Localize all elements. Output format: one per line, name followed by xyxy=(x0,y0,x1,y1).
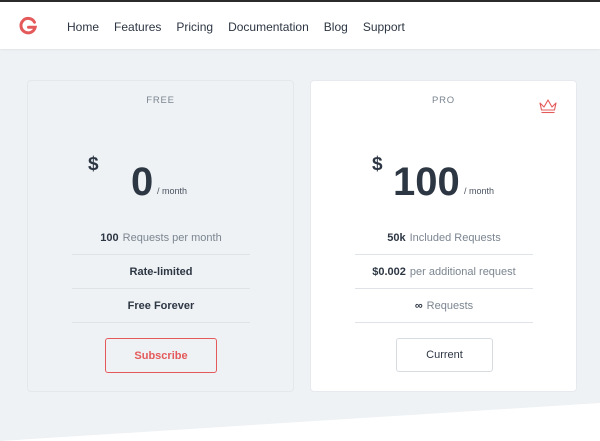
feature-item: $0.002 per additional request xyxy=(355,255,533,289)
feature-item: Free Forever xyxy=(72,289,250,323)
subscribe-button[interactable]: Subscribe xyxy=(105,338,217,373)
price-period: / month xyxy=(157,186,188,196)
nav-home-link[interactable]: Home xyxy=(67,20,99,34)
feature-item: ∞ Requests xyxy=(355,289,533,323)
feature-item: 50k Included Requests xyxy=(355,221,533,255)
feature-list: 50k Included Requests $0.002 per additio… xyxy=(355,221,533,323)
free-plan-card: FREE $ 0 / month 100 Requests per month … xyxy=(27,80,294,392)
feature-value: 100 xyxy=(100,231,119,244)
price-amount: 0 xyxy=(131,160,154,204)
price-currency: $ xyxy=(88,154,99,175)
g-logo-icon[interactable] xyxy=(18,16,38,36)
feature-text: Included Requests xyxy=(409,231,501,244)
feature-text: Rate-limited xyxy=(129,265,193,278)
feature-text: per additional request xyxy=(409,265,516,278)
price-amount: 100 xyxy=(393,160,460,204)
main-nav: Home Features Pricing Documentation Blog… xyxy=(67,20,420,34)
nav-documentation-link[interactable]: Documentation xyxy=(228,20,309,34)
feature-item: 100 Requests per month xyxy=(72,221,250,255)
price-period: / month xyxy=(464,186,495,196)
feature-list: 100 Requests per month Rate-limited Free… xyxy=(72,221,250,323)
top-navbar: Home Features Pricing Documentation Blog… xyxy=(0,0,600,49)
feature-value: ∞ xyxy=(414,299,423,312)
plan-name: FREE xyxy=(146,95,175,106)
decorative-slant-divider xyxy=(0,403,600,441)
feature-value: 50k xyxy=(387,231,406,244)
current-plan-button[interactable]: Current xyxy=(396,338,493,372)
nav-support-link[interactable]: Support xyxy=(363,20,405,34)
feature-text: Requests per month xyxy=(122,231,222,244)
nav-pricing-link[interactable]: Pricing xyxy=(176,20,213,34)
pro-plan-card: PRO $ 100 / month 50k Included Requests … xyxy=(310,80,577,392)
feature-item: Rate-limited xyxy=(72,255,250,289)
nav-features-link[interactable]: Features xyxy=(114,20,161,34)
nav-blog-link[interactable]: Blog xyxy=(324,20,348,34)
feature-value: $0.002 xyxy=(372,265,406,278)
plan-name: PRO xyxy=(432,95,455,106)
crown-icon xyxy=(539,99,557,114)
price-currency: $ xyxy=(372,154,383,175)
feature-text: Requests xyxy=(426,299,474,312)
feature-text: Free Forever xyxy=(127,299,195,312)
